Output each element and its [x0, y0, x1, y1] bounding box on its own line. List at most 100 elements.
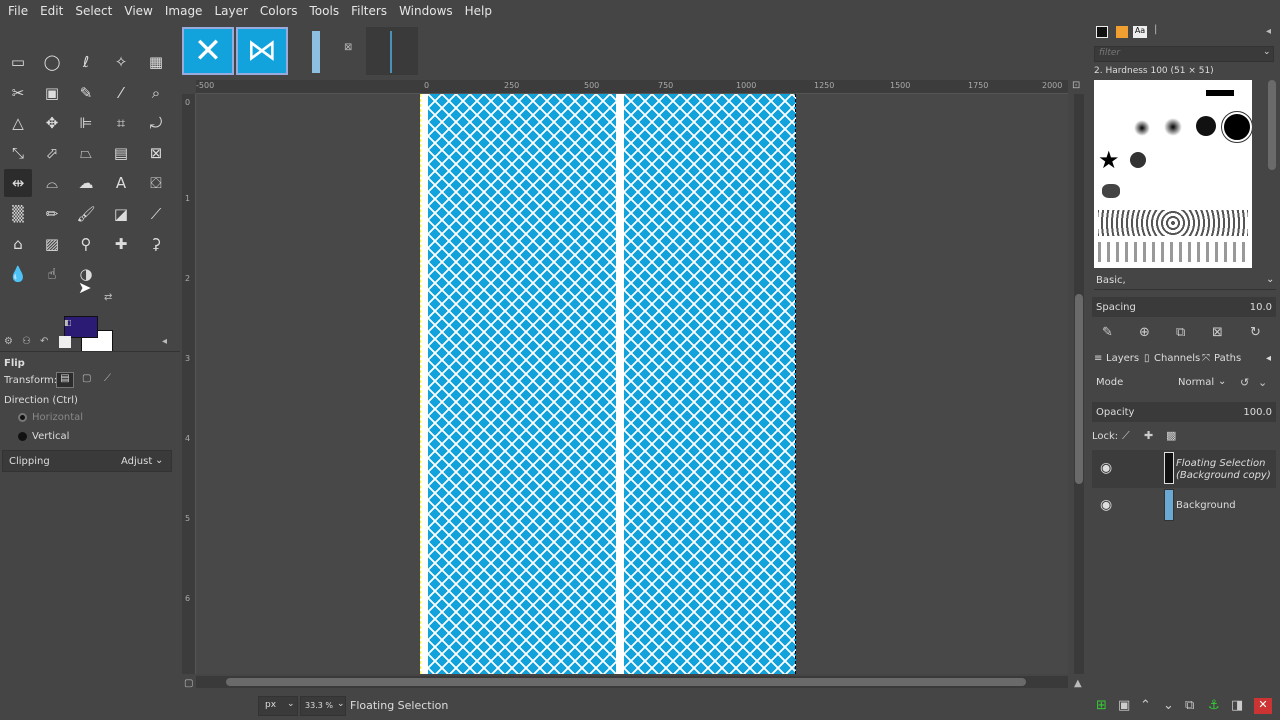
tab-layers[interactable]: Layers — [1106, 353, 1139, 364]
align-icon[interactable]: ⊫ — [72, 109, 100, 137]
fonts-tab-icon[interactable]: Aa — [1133, 26, 1147, 38]
visibility-eye-icon[interactable]: ◉ — [1100, 460, 1112, 476]
document-tab-icon[interactable]: | — [1154, 24, 1157, 35]
perspective-icon[interactable]: ⏢ — [72, 139, 100, 167]
vertical-scroll-thumb[interactable] — [1075, 294, 1083, 484]
crop-icon[interactable]: ⌗ — [107, 109, 135, 137]
swap-colors-icon[interactable]: ⇄ — [104, 292, 112, 303]
layer-row[interactable]: ◉ Background — [1092, 487, 1276, 525]
eraser-icon[interactable]: ◪ — [107, 200, 135, 228]
mask-icon[interactable]: ◨ — [1231, 698, 1243, 713]
duplicate-layer-icon[interactable]: ⧉ — [1185, 698, 1194, 713]
brush-grid[interactable]: ★ — [1094, 80, 1252, 268]
rotate-icon[interactable]: ⤾ — [142, 109, 170, 137]
heal-icon[interactable]: ✚ — [107, 230, 135, 258]
brush-item[interactable] — [1196, 116, 1216, 136]
star-brush-icon[interactable]: ★ — [1098, 146, 1120, 174]
menu-layer[interactable]: Layer — [208, 0, 253, 22]
transform-selection-button[interactable]: ▢ — [82, 373, 91, 384]
navigate-corner-icon[interactable]: ▲ — [1074, 678, 1082, 689]
layer-row[interactable]: ◉ Floating Selection (Background copy) — [1092, 450, 1276, 488]
zoom-dropdown[interactable]: 33.3 % ⌄ — [300, 696, 346, 716]
unit-dropdown[interactable]: px ⌄ — [258, 696, 298, 716]
rect-select-icon[interactable]: ▭ — [4, 48, 32, 76]
delete-brush-icon[interactable]: ⊠ — [1212, 325, 1223, 340]
configure-tab-icon[interactable]: ◂ — [1266, 26, 1271, 37]
opacity-slider[interactable]: Opacity 100.0 — [1092, 402, 1276, 422]
blur-icon[interactable]: 💧 — [4, 260, 32, 288]
menu-windows[interactable]: Windows — [393, 0, 459, 22]
brush-filter-input[interactable]: filter ⌄ — [1094, 46, 1274, 62]
ellipse-select-icon[interactable]: ◯ — [38, 48, 66, 76]
flip-icon[interactable]: ⇹ — [4, 169, 32, 197]
device-status-tab-icon[interactable]: ⚇ — [22, 336, 31, 347]
smudge-icon[interactable]: ☝ — [38, 260, 66, 288]
mode-reset-icon[interactable]: ↺ — [1240, 376, 1249, 389]
clipping-dropdown[interactable]: Clipping Adjust ⌄ — [2, 450, 172, 472]
menu-help[interactable]: Help — [459, 0, 498, 22]
pencil-icon[interactable]: ✏ — [38, 200, 66, 228]
delete-layer-button[interactable]: ✕ — [1254, 698, 1272, 714]
transform-path-button[interactable]: ⟋ — [104, 373, 111, 384]
menu-image[interactable]: Image — [159, 0, 209, 22]
color-picker-icon[interactable]: ⁄ — [107, 79, 135, 107]
image-canvas[interactable] — [196, 94, 1068, 674]
edit-brush-icon[interactable]: ✎ — [1102, 325, 1113, 340]
tab-channels[interactable]: Channels — [1154, 353, 1200, 364]
cage-transform-icon[interactable]: ⌓ — [38, 169, 66, 197]
visibility-eye-icon[interactable]: ◉ — [1100, 497, 1112, 513]
scissors-icon[interactable]: ✂ — [4, 79, 32, 107]
select-by-color-icon[interactable]: ▦ — [142, 48, 170, 76]
duplicate-brush-icon[interactable]: ⧉ — [1176, 325, 1185, 340]
navigate-icon[interactable]: ⊡ — [1072, 80, 1080, 91]
mode-dropdown[interactable]: Normal ⌄ — [1176, 374, 1236, 392]
menu-view[interactable]: View — [118, 0, 158, 22]
brush-item[interactable] — [1102, 184, 1120, 198]
anchor-layer-icon[interactable]: ⚓ — [1208, 698, 1220, 713]
text-icon[interactable]: A — [107, 169, 135, 197]
configure-tab-icon[interactable]: ◂ — [162, 336, 167, 347]
perspective-clone-icon[interactable]: ⚳ — [142, 230, 170, 258]
menu-select[interactable]: Select — [69, 0, 118, 22]
configure-tab-icon[interactable]: ◂ — [1266, 353, 1271, 364]
shear-icon[interactable]: ⬀ — [38, 139, 66, 167]
lock-position-icon[interactable]: ✚ — [1144, 429, 1153, 442]
measure-icon[interactable]: △ — [4, 109, 32, 137]
horizontal-scrollbar[interactable] — [196, 676, 1068, 688]
move-icon[interactable]: ✥ — [38, 109, 66, 137]
lock-pixels-icon[interactable]: ⟋ — [1122, 429, 1130, 443]
brush-item-selected[interactable] — [1221, 111, 1252, 143]
quick-mask-icon[interactable]: ▢ — [184, 678, 193, 689]
menu-filters[interactable]: Filters — [345, 0, 393, 22]
brush-row-textures[interactable] — [1098, 242, 1248, 262]
horizontal-scroll-thumb[interactable] — [226, 678, 1026, 686]
mypaint-brush-icon[interactable]: ▨ — [38, 230, 66, 258]
unified-transform-icon[interactable]: ⊠ — [142, 139, 170, 167]
image-tab-4[interactable] — [366, 27, 418, 75]
brush-item[interactable] — [1164, 118, 1182, 136]
scale-icon[interactable]: ⤡ — [4, 139, 32, 167]
raise-layer-icon[interactable]: ⌃ — [1140, 698, 1151, 713]
close-tab-icon[interactable]: ⊠ — [344, 42, 352, 53]
new-brush-icon[interactable]: ⊕ — [1139, 325, 1150, 340]
brush-item[interactable] — [1206, 90, 1234, 96]
refresh-brushes-icon[interactable]: ↻ — [1250, 325, 1261, 340]
menu-colors[interactable]: Colors — [254, 0, 304, 22]
gradient-icon[interactable]: ▒ — [4, 200, 32, 228]
ink-icon[interactable]: ⌂ — [4, 230, 32, 258]
brush-category-dropdown[interactable]: Basic, ⌄ — [1094, 272, 1276, 290]
tool-options-tab-icon[interactable]: ⚙ — [4, 336, 13, 347]
zoom-icon[interactable]: ⌕ — [142, 79, 170, 107]
new-layer-group-icon[interactable]: ▣ — [1118, 698, 1130, 713]
lower-layer-icon[interactable]: ⌄ — [1163, 698, 1174, 713]
default-colors-icon[interactable]: ◧ — [64, 318, 72, 327]
brush-scroll-thumb[interactable] — [1268, 80, 1276, 170]
image-tab-3[interactable] — [292, 27, 344, 75]
undo-history-tab-icon[interactable]: ↶ — [40, 336, 48, 347]
brush-item[interactable] — [1134, 120, 1150, 136]
images-tab-icon[interactable] — [59, 336, 71, 348]
spacing-slider[interactable]: Spacing 10.0 — [1092, 297, 1276, 317]
lasso-icon[interactable]: ℓ — [72, 48, 100, 76]
brushes-tab-icon[interactable] — [1096, 26, 1108, 38]
image-tab-1[interactable]: ✕ — [182, 27, 234, 75]
